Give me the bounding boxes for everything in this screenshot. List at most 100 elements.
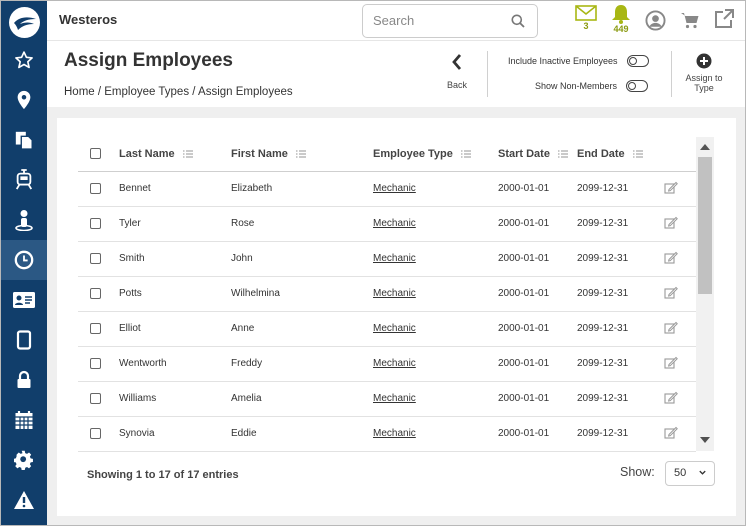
row-select-cell (78, 381, 119, 417)
sidebar-item-employees[interactable] (1, 200, 47, 240)
scroll-down-arrow[interactable] (700, 437, 710, 443)
gear-icon (14, 450, 33, 470)
row-checkbox[interactable] (90, 217, 101, 229)
messages-button[interactable]: 3 (575, 5, 597, 31)
employee-type-link[interactable]: Mechanic (373, 323, 416, 334)
edit-icon[interactable] (664, 181, 678, 194)
row-checkbox[interactable] (90, 392, 101, 404)
end-date-cell: 2099-12-31 (577, 416, 664, 452)
star-icon (15, 51, 33, 69)
employee-type-link[interactable]: Mechanic (373, 183, 416, 194)
employee-type-cell: Mechanic (373, 346, 498, 382)
first-name-cell: Wilhelmina (231, 276, 373, 312)
assign-to-type-button[interactable]: Assign to Type (677, 53, 731, 93)
sidebar-item-settings[interactable] (1, 440, 47, 480)
start-date-cell: 2000-01-01 (498, 381, 577, 417)
sidebar-item-locations[interactable] (1, 80, 47, 120)
employee-type-link[interactable]: Mechanic (373, 253, 416, 264)
lock-icon (17, 370, 31, 388)
page-size-value: 50 (674, 467, 687, 479)
assign-to-type-label: Assign to Type (685, 73, 723, 93)
select-all-cell (78, 137, 119, 172)
include-inactive-toggle-row[interactable]: Include Inactive Employees (508, 55, 649, 67)
start-date-cell: 2000-01-01 (498, 416, 577, 452)
edit-icon[interactable] (664, 286, 678, 299)
page-size-select[interactable]: 50 (665, 461, 715, 486)
row-checkbox[interactable] (90, 182, 101, 194)
sidebar-item-favorites[interactable] (1, 40, 47, 80)
row-checkbox[interactable] (90, 357, 101, 369)
sort-icon[interactable] (460, 150, 471, 158)
actions-cell (664, 416, 696, 452)
table-row[interactable]: Potts Wilhelmina Mechanic 2000-01-01 2099-12… (78, 276, 696, 312)
show-non-members-toggle[interactable] (626, 80, 649, 92)
edit-icon[interactable] (664, 391, 678, 404)
edit-icon[interactable] (664, 426, 678, 439)
table-row[interactable]: Smith John Mechanic 2000-01-01 2099-12-31 (78, 241, 696, 277)
sort-icon[interactable] (557, 150, 568, 158)
table-row[interactable]: Wentworth Freddy Mechanic 2000-01-01 2099-12… (78, 346, 696, 382)
row-select-cell (78, 276, 119, 312)
column-header-employee-type[interactable]: Employee Type (373, 137, 498, 172)
documents-icon (15, 131, 33, 150)
employee-type-link[interactable]: Mechanic (373, 358, 416, 369)
column-header-last-name[interactable]: Last Name (119, 137, 231, 172)
back-button[interactable]: Back (439, 49, 475, 93)
external-link-button[interactable] (714, 9, 734, 29)
scroll-up-arrow[interactable] (700, 144, 710, 150)
edit-icon[interactable] (664, 251, 678, 264)
actions-cell (664, 206, 696, 242)
logo[interactable] (9, 7, 40, 38)
sidebar-item-transit[interactable] (1, 160, 47, 200)
scroll-thumb[interactable] (698, 157, 712, 294)
sidebar-item-calendar[interactable] (1, 400, 47, 440)
row-checkbox[interactable] (90, 287, 101, 299)
show-non-members-toggle-row[interactable]: Show Non-Members (535, 80, 649, 92)
breadcrumb[interactable]: Home / Employee Types / Assign Employees (64, 86, 293, 98)
actions-cell (664, 241, 696, 277)
sidebar-item-documents[interactable] (1, 120, 47, 160)
edit-icon[interactable] (664, 216, 678, 229)
top-bar: Westeros 3 449 (47, 1, 745, 41)
employee-type-link[interactable]: Mechanic (373, 218, 416, 229)
table-row[interactable]: Elliot Anne Mechanic 2000-01-01 2099-12-31 (78, 311, 696, 347)
employee-type-link[interactable]: Mechanic (373, 428, 416, 439)
sidebar-item-alerts[interactable] (1, 480, 47, 520)
table-row[interactable]: Synovia Eddie Mechanic 2000-01-01 2099-12-31 (78, 416, 696, 452)
table-row[interactable]: Williams Amelia Mechanic 2000-01-01 2099-12-… (78, 381, 696, 417)
profile-button[interactable] (645, 10, 666, 31)
search-box[interactable] (362, 4, 538, 38)
cart-button[interactable] (680, 11, 700, 29)
search-icon[interactable] (511, 14, 525, 33)
select-all-checkbox[interactable] (90, 148, 101, 160)
table-row[interactable]: Tyler Rose Mechanic 2000-01-01 2099-12-31 (78, 206, 696, 242)
employee-type-link[interactable]: Mechanic (373, 288, 416, 299)
last-name-cell: Synovia (119, 416, 231, 452)
page-header: Assign Employees Home / Employee Types /… (47, 41, 745, 107)
sidebar-item-security[interactable] (1, 360, 47, 400)
employees-table: Last Name First Name Employee Type Start… (78, 137, 696, 452)
sidebar-item-time[interactable] (1, 240, 47, 280)
column-header-first-name[interactable]: First Name (231, 137, 373, 172)
notifications-button[interactable]: 449 (610, 4, 632, 34)
sort-icon[interactable] (295, 150, 306, 158)
table-body: Bennet Elizabeth Mechanic 2000-01-01 2099-12… (78, 171, 696, 452)
employee-type-link[interactable]: Mechanic (373, 393, 416, 404)
edit-icon[interactable] (664, 356, 678, 369)
include-inactive-toggle[interactable] (626, 55, 649, 67)
first-name-cell: John (231, 241, 373, 277)
column-header-end-date[interactable]: End Date (577, 137, 664, 172)
sidebar-item-id-cards[interactable] (1, 280, 47, 320)
employees-table-wrapper: Last Name First Name Employee Type Start… (78, 137, 696, 452)
row-checkbox[interactable] (90, 252, 101, 264)
edit-icon[interactable] (664, 321, 678, 334)
table-row[interactable]: Bennet Elizabeth Mechanic 2000-01-01 2099-12… (78, 171, 696, 207)
sort-icon[interactable] (182, 150, 193, 158)
search-input[interactable] (373, 13, 503, 28)
column-header-start-date[interactable]: Start Date (498, 137, 577, 172)
table-scrollbar[interactable] (696, 137, 714, 451)
row-checkbox[interactable] (90, 427, 101, 439)
row-checkbox[interactable] (90, 322, 101, 334)
sort-icon[interactable] (632, 150, 643, 158)
sidebar-item-devices[interactable] (1, 320, 47, 360)
